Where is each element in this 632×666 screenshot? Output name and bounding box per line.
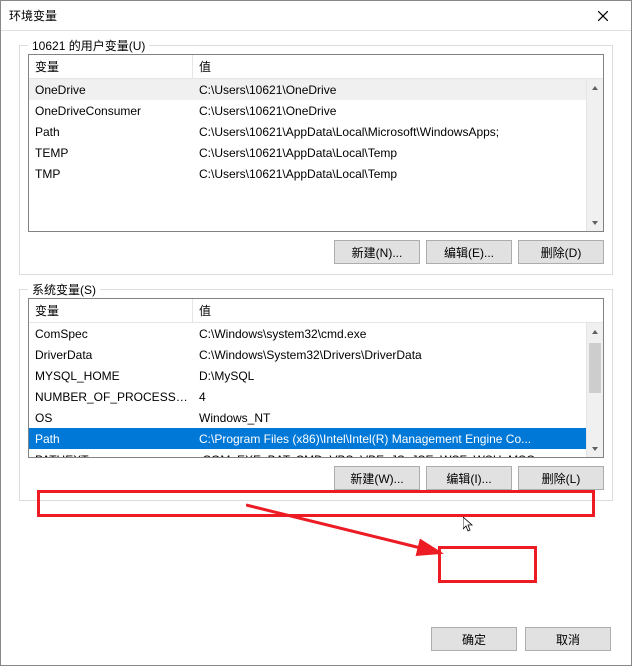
table-header: 变量 值 — [29, 55, 603, 79]
cell-var: OneDrive — [29, 83, 193, 97]
cell-val: C:\Users\10621\AppData\Local\Microsoft\W… — [193, 125, 603, 139]
dialog-title: 环境变量 — [9, 7, 583, 24]
system-rows: ComSpecC:\Windows\system32\cmd.exeDriver… — [29, 323, 603, 458]
cell-val: C:\Windows\System32\Drivers\DriverData — [193, 348, 603, 362]
table-row[interactable]: NUMBER_OF_PROCESSORS4 — [29, 386, 603, 407]
col-value[interactable]: 值 — [193, 299, 603, 322]
cell-var: Path — [29, 125, 193, 139]
cell-val: C:\Users\10621\AppData\Local\Temp — [193, 146, 603, 160]
table-row[interactable]: PathC:\Program Files (x86)\Intel\Intel(R… — [29, 428, 603, 449]
col-variable[interactable]: 变量 — [29, 299, 193, 322]
col-variable[interactable]: 变量 — [29, 55, 193, 78]
cancel-button[interactable]: 取消 — [525, 627, 611, 651]
table-row[interactable]: TEMPC:\Users\10621\AppData\Local\Temp — [29, 142, 603, 163]
new-button-user[interactable]: 新建(N)... — [334, 240, 420, 264]
cell-val: .COM;.EXE;.BAT;.CMD;.VBS;.VBE;.JS;.JSE;.… — [193, 453, 603, 459]
scroll-thumb[interactable] — [589, 343, 601, 393]
close-icon — [598, 11, 608, 21]
edit-button-user[interactable]: 编辑(E)... — [426, 240, 512, 264]
env-vars-dialog: 环境变量 10621 的用户变量(U) 变量 值 OneDriveC:\User… — [0, 0, 632, 666]
cell-var: TEMP — [29, 146, 193, 160]
cell-var: MYSQL_HOME — [29, 369, 193, 383]
scroll-down-icon[interactable] — [587, 440, 603, 457]
table-row[interactable]: PATHEXT.COM;.EXE;.BAT;.CMD;.VBS;.VBE;.JS… — [29, 449, 603, 458]
user-vars-legend: 10621 的用户变量(U) — [28, 37, 149, 54]
dialog-content: 10621 的用户变量(U) 变量 值 OneDriveC:\Users\106… — [1, 31, 631, 501]
cell-var: Path — [29, 432, 193, 446]
user-button-row: 新建(N)... 编辑(E)... 删除(D) — [28, 240, 604, 264]
cell-val: C:\Windows\system32\cmd.exe — [193, 327, 603, 341]
scroll-up-icon[interactable] — [587, 79, 603, 96]
dialog-button-row: 确定 取消 — [431, 627, 611, 651]
table-row[interactable]: DriverDataC:\Windows\System32\Drivers\Dr… — [29, 344, 603, 365]
annotation-arrow-icon — [246, 501, 456, 561]
scroll-up-icon[interactable] — [587, 323, 603, 340]
cell-val: C:\Program Files (x86)\Intel\Intel(R) Ma… — [193, 432, 603, 446]
new-button-system[interactable]: 新建(W)... — [334, 466, 420, 490]
system-button-row: 新建(W)... 编辑(I)... 删除(L) — [28, 466, 604, 490]
edit-button-system[interactable]: 编辑(I)... — [426, 466, 512, 490]
cell-var: PATHEXT — [29, 453, 193, 459]
scroll-down-icon[interactable] — [587, 214, 603, 231]
cell-var: ComSpec — [29, 327, 193, 341]
delete-button-user[interactable]: 删除(D) — [518, 240, 604, 264]
close-button[interactable] — [583, 2, 623, 30]
cell-val: C:\Users\10621\AppData\Local\Temp — [193, 167, 603, 181]
col-value[interactable]: 值 — [193, 55, 603, 78]
table-row[interactable]: MYSQL_HOMED:\MySQL — [29, 365, 603, 386]
cell-val: D:\MySQL — [193, 369, 603, 383]
system-vars-table[interactable]: 变量 值 ComSpecC:\Windows\system32\cmd.exeD… — [28, 298, 604, 458]
scrollbar[interactable] — [586, 323, 603, 457]
system-vars-legend: 系统变量(S) — [28, 281, 100, 298]
table-row[interactable]: OneDriveConsumerC:\Users\10621\OneDrive — [29, 100, 603, 121]
cell-val: C:\Users\10621\OneDrive — [193, 83, 603, 97]
annotation-highlight-edit-button — [438, 546, 537, 583]
cell-var: NUMBER_OF_PROCESSORS — [29, 390, 193, 404]
cell-var: DriverData — [29, 348, 193, 362]
cursor-icon — [463, 517, 479, 533]
table-row[interactable]: OneDriveC:\Users\10621\OneDrive — [29, 79, 603, 100]
ok-button[interactable]: 确定 — [431, 627, 517, 651]
table-row[interactable]: TMPC:\Users\10621\AppData\Local\Temp — [29, 163, 603, 184]
delete-button-system[interactable]: 删除(L) — [518, 466, 604, 490]
cell-var: OneDriveConsumer — [29, 104, 193, 118]
user-rows: OneDriveC:\Users\10621\OneDriveOneDriveC… — [29, 79, 603, 184]
system-vars-group: 系统变量(S) 变量 值 ComSpecC:\Windows\system32\… — [19, 289, 613, 501]
cell-var: OS — [29, 411, 193, 425]
scrollbar[interactable] — [586, 79, 603, 231]
table-header: 变量 值 — [29, 299, 603, 323]
user-vars-table[interactable]: 变量 值 OneDriveC:\Users\10621\OneDriveOneD… — [28, 54, 604, 232]
cell-val: 4 — [193, 390, 603, 404]
table-row[interactable]: PathC:\Users\10621\AppData\Local\Microso… — [29, 121, 603, 142]
table-row[interactable]: ComSpecC:\Windows\system32\cmd.exe — [29, 323, 603, 344]
cell-val: C:\Users\10621\OneDrive — [193, 104, 603, 118]
cell-val: Windows_NT — [193, 411, 603, 425]
user-vars-group: 10621 的用户变量(U) 变量 值 OneDriveC:\Users\106… — [19, 45, 613, 275]
titlebar: 环境变量 — [1, 1, 631, 31]
table-row[interactable]: OSWindows_NT — [29, 407, 603, 428]
cell-var: TMP — [29, 167, 193, 181]
